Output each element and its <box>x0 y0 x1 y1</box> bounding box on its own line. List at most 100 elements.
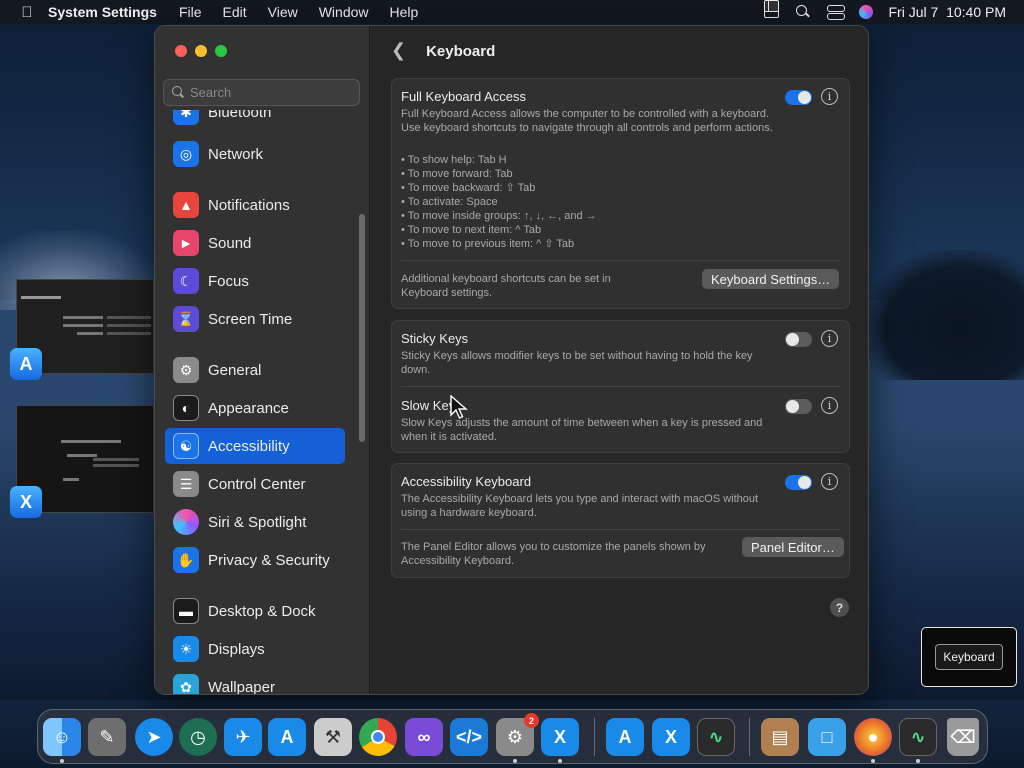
time-machine-icon[interactable]: ◷ <box>179 718 217 756</box>
notes-icon[interactable]: ✎ <box>88 718 126 756</box>
dock: ☺ ✎ ➤ ◷ ✈ A ⚒ ∞ </> ⚙ 2 X A X ∿ ▤ □ ● ∿ ⌫ <box>37 709 988 764</box>
dock-separator <box>594 718 595 756</box>
accessibility-keyboard-toggle[interactable] <box>785 475 812 490</box>
xcode-2-icon[interactable]: X <box>652 718 690 756</box>
sidebar-item-label: Wallpaper <box>208 678 275 695</box>
close-window-button[interactable] <box>175 45 187 57</box>
finder-icon[interactable]: ☺ <box>43 718 81 756</box>
sidebar-item-label: Sound <box>208 234 252 252</box>
help-button[interactable]: ? <box>830 598 849 617</box>
panel-editor-button[interactable]: Panel Editor… <box>742 537 844 557</box>
sidebar-item-control-center[interactable]: ☰ Control Center <box>165 466 345 502</box>
sidebar-item-screen-time[interactable]: ⌛ Screen Time <box>165 301 345 337</box>
menu-help[interactable]: Help <box>390 4 419 20</box>
menu-app-name[interactable]: System Settings <box>48 4 157 20</box>
simulator-app-icon[interactable]: A <box>10 348 42 380</box>
sidebar-item-desktop-dock[interactable]: ▬ Desktop & Dock <box>165 593 345 629</box>
app-store-icon[interactable]: A <box>268 718 306 756</box>
sidebar-item-focus[interactable]: ☾ Focus <box>165 263 345 299</box>
hourglass-icon: ⌛ <box>173 306 199 332</box>
sidebar-item-appearance[interactable]: ◐ Appearance <box>165 390 345 426</box>
testflight-icon[interactable]: ✈ <box>224 718 262 756</box>
menu-edit[interactable]: Edit <box>223 4 247 20</box>
divider <box>401 529 840 530</box>
full-keyboard-access-toggle[interactable] <box>785 90 812 105</box>
sidebar-item-label: Focus <box>208 272 249 290</box>
hud-key-label: Keyboard <box>935 644 1003 670</box>
sidebar-item-privacy-security[interactable]: ✋ Privacy & Security <box>165 542 345 578</box>
sidebar-item-label: Desktop & Dock <box>208 602 316 620</box>
sidebar-item-label: Notifications <box>208 196 290 214</box>
sidebar-item-wallpaper[interactable]: ✿ Wallpaper <box>165 669 345 695</box>
chrome-icon[interactable] <box>359 718 397 756</box>
trash-icon[interactable]: ⌫ <box>947 718 979 756</box>
safari-icon[interactable]: ➤ <box>135 718 173 756</box>
slow-keys-info-icon[interactable]: i <box>821 397 838 414</box>
shortcut-bullet: • To move inside groups: ↑, ↓, ←, and → <box>401 210 597 222</box>
shortcut-bullet: • To move to previous item: ^ ⇧ Tab <box>401 238 575 250</box>
accessibility-keyboard-card: Accessibility Keyboard i The Accessibili… <box>391 463 850 578</box>
xcode-dock-icon[interactable]: X <box>541 718 579 756</box>
spotlight-search-icon[interactable] <box>795 5 811 19</box>
system-settings-dock-icon[interactable]: ⚙ 2 <box>496 713 539 756</box>
sidebar-item-notifications[interactable]: ▲ Notifications <box>165 187 345 223</box>
accessibility-keyboard-info-icon[interactable]: i <box>821 473 838 490</box>
siri-icon[interactable] <box>858 5 873 19</box>
vscode-icon[interactable]: </> <box>450 718 488 756</box>
stage-manager-icon[interactable] <box>763 0 779 12</box>
sidebar-item-label: Screen Time <box>208 310 293 328</box>
menu-view[interactable]: View <box>268 4 298 20</box>
activity-monitor-icon[interactable]: ∿ <box>697 718 735 756</box>
menu-clock[interactable]: Fri Jul 7 10:40 PM <box>889 4 1007 20</box>
panel-editor-hint: The Panel Editor allows you to customize… <box>401 541 706 567</box>
sticky-keys-toggle[interactable] <box>785 332 812 347</box>
system-settings-window: Search ✱ Bluetooth ◎ Network ▲ Notificat… <box>154 25 869 695</box>
sidebar: Search ✱ Bluetooth ◎ Network ▲ Notificat… <box>155 26 370 694</box>
gear-icon: ⚙ <box>173 357 199 383</box>
activity-monitor-2-icon[interactable]: ∿ <box>899 718 937 756</box>
sticky-keys-title: Sticky Keys <box>401 331 469 346</box>
page-title: Keyboard <box>426 43 496 60</box>
instruments-icon[interactable]: ⚒ <box>314 718 352 756</box>
keyboard-settings-hint: Additional keyboard shortcuts can be set… <box>401 273 611 299</box>
xcode-app-icon[interactable]: X <box>10 486 42 518</box>
menu-file[interactable]: File <box>179 4 202 20</box>
visual-studio-icon[interactable]: ∞ <box>405 718 443 756</box>
zoom-window-button[interactable] <box>215 45 227 57</box>
speaker-icon: ► <box>173 230 199 256</box>
archive-utility-icon[interactable]: ▤ <box>761 718 799 756</box>
notification-badge: 2 <box>524 713 539 728</box>
window-controls <box>175 45 227 57</box>
sidebar-item-accessibility[interactable]: ☯ Accessibility <box>165 428 345 464</box>
downloads-folder-icon[interactable]: □ <box>808 718 846 756</box>
sidebar-item-bluetooth[interactable]: ✱ Bluetooth <box>165 110 345 130</box>
app-store-2-icon[interactable]: A <box>606 718 644 756</box>
sidebar-search-input[interactable]: Search <box>163 79 360 106</box>
sticky-keys-info-icon[interactable]: i <box>821 330 838 347</box>
slow-keys-toggle[interactable] <box>785 399 812 414</box>
sidebar-item-displays[interactable]: ☀ Displays <box>165 631 345 667</box>
sidebar-item-label: Network <box>208 145 264 163</box>
apple-menu-icon[interactable]:  <box>16 4 38 21</box>
menu-window[interactable]: Window <box>319 4 369 20</box>
appearance-icon: ◐ <box>173 395 199 421</box>
sidebar-item-general[interactable]: ⚙ General <box>165 352 345 388</box>
keyboard-settings-button[interactable]: Keyboard Settings… <box>702 269 840 289</box>
full-keyboard-access-info-icon[interactable]: i <box>821 88 838 105</box>
control-center-icon: ☰ <box>173 471 199 497</box>
dock-separator <box>749 718 750 756</box>
firefox-icon[interactable]: ● <box>854 718 892 756</box>
sidebar-item-sound[interactable]: ► Sound <box>165 225 345 261</box>
back-chevron-icon[interactable]: ❮ <box>391 40 406 61</box>
minimize-window-button[interactable] <box>195 45 207 57</box>
control-center-icon[interactable] <box>826 5 845 20</box>
running-indicator <box>558 759 562 763</box>
sidebar-scrollbar[interactable] <box>359 214 365 442</box>
sidebar-item-label: General <box>208 361 262 379</box>
sidebar-item-siri-spotlight[interactable]: Siri & Spotlight <box>165 504 345 540</box>
keyboard-viewer-hud: Keyboard <box>921 627 1017 687</box>
sidebar-item-network[interactable]: ◎ Network <box>165 136 345 172</box>
sticky-slow-keys-card: Sticky Keys i Sticky Keys allows modifie… <box>391 320 850 453</box>
sidebar-item-label: Appearance <box>208 399 289 417</box>
sidebar-item-label: Privacy & Security <box>208 551 330 569</box>
